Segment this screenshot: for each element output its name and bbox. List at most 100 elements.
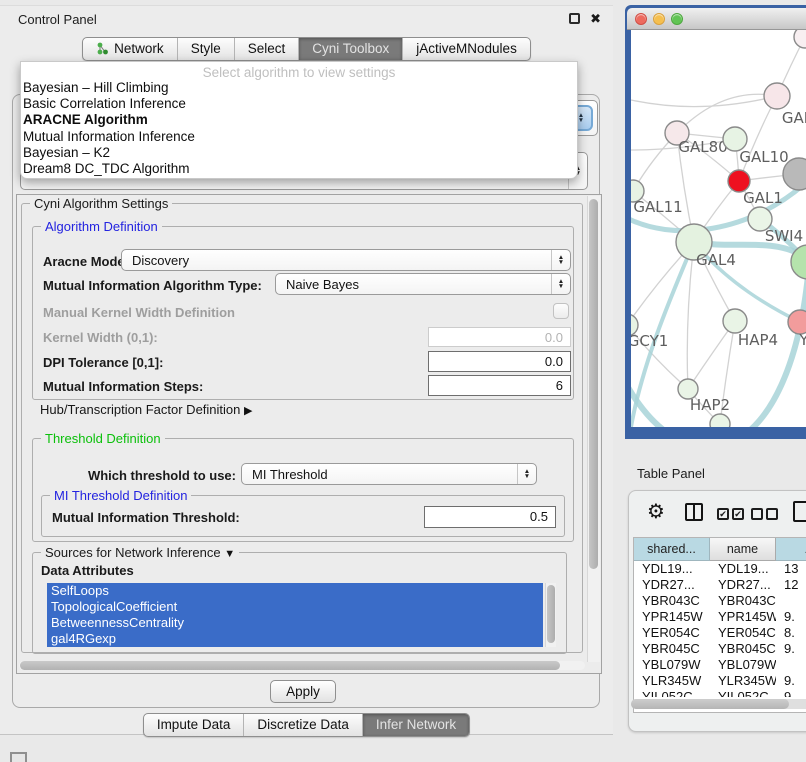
algorithm-option[interactable]: Dream8 DC_TDC Algorithm	[21, 161, 577, 177]
network-edge[interactable]	[631, 96, 777, 107]
table-row[interactable]: YBR045CYBR045C9.	[634, 641, 806, 657]
table-horizontal-scrollbar[interactable]	[631, 699, 806, 709]
table-row[interactable]: YBL079WYBL079W	[634, 657, 806, 673]
manual-kernel-width-checkbox[interactable]	[553, 303, 569, 319]
node-label: SWI4	[765, 227, 803, 245]
zoom-window-icon[interactable]	[671, 13, 683, 25]
attribute-item[interactable]: TopologicalCoefficient	[47, 599, 543, 615]
which-threshold-select[interactable]: MI Threshold ▲▼	[241, 463, 537, 485]
attributes-scrollbar[interactable]	[545, 583, 556, 647]
table-cell: 9.	[776, 689, 806, 697]
table-cell: 12	[776, 577, 806, 593]
tab-discretize-data[interactable]: Discretize Data	[243, 714, 362, 736]
select-all-columns-icon[interactable]: ✔	[717, 508, 729, 520]
sources-expander[interactable]: Sources for Network Inference ▼	[41, 545, 239, 560]
tab-select[interactable]: Select	[234, 38, 299, 60]
mutual-information-threshold-label: Mutual Information Threshold:	[52, 510, 240, 525]
table-row[interactable]: YER054CYER054C8.	[634, 625, 806, 641]
tab-network[interactable]: Network	[83, 38, 177, 60]
algorithm-option[interactable]: Mutual Information Inference	[21, 129, 577, 145]
node-label: GAL1	[743, 189, 783, 207]
document-icon[interactable]	[793, 501, 806, 522]
data-attributes-list[interactable]: SelfLoopsTopologicalCoefficientBetweenne…	[47, 583, 543, 647]
close-window-icon[interactable]	[635, 13, 647, 25]
network-canvas[interactable]: GALGAL80GAL10GAL1GAL11SWI4GAL4GCY1HAP4YH…	[631, 30, 806, 427]
select-all-columns-icon[interactable]: ✔	[732, 508, 744, 520]
table-cell: 9.	[776, 673, 806, 689]
table-row[interactable]: YPR145WYPR145W9.	[634, 609, 806, 625]
network-edge[interactable]	[687, 242, 694, 389]
apply-button[interactable]: Apply	[270, 680, 336, 703]
algorithm-option[interactable]: ARACNE Algorithm	[21, 112, 577, 128]
algorithm-dropdown-placeholder: Select algorithm to view settings	[21, 62, 577, 80]
deselect-all-columns-icon[interactable]	[751, 508, 763, 520]
attribute-item[interactable]: BetweennessCentrality	[47, 615, 543, 631]
mi-steps-field[interactable]: 6	[428, 375, 571, 396]
algorithm-option[interactable]: Basic Correlation Inference	[21, 96, 577, 112]
mutual-information-threshold-field[interactable]: 0.5	[424, 506, 556, 528]
table-cell: YDR27...	[634, 577, 710, 593]
table-rows: YDL19...YDL19...13YDR27...YDR27...12YBR0…	[634, 561, 806, 697]
table-cell: YBR043C	[710, 593, 776, 609]
table-row[interactable]: YBR043CYBR043C	[634, 593, 806, 609]
table-cell: 9.	[776, 609, 806, 625]
node-table: shared...nameA YDL19...YDL19...13YDR27..…	[633, 537, 806, 713]
node-label: Y	[798, 331, 806, 349]
table-row[interactable]: YDL19...YDL19...13	[634, 561, 806, 577]
split-view-icon[interactable]	[685, 503, 703, 521]
attribute-item[interactable]: gal4RGexp	[47, 631, 543, 647]
data-attributes-label: Data Attributes	[41, 563, 134, 578]
table-row[interactable]: YLR345WYLR345W9.	[634, 673, 806, 689]
control-panel-tabs: Network StyleSelectCyni Toolbox jActiveMNo…	[0, 37, 613, 61]
table-row[interactable]: YIL052CYIL052C9.	[634, 689, 806, 697]
tab-label: jActiveMNodules	[416, 41, 517, 56]
column-header[interactable]: name	[710, 538, 776, 561]
dpi-tolerance-field[interactable]: 0.0	[428, 351, 571, 372]
network-graph: GALGAL80GAL10GAL1GAL11SWI4GAL4GCY1HAP4YH…	[631, 30, 806, 427]
kernel-width-field[interactable]: 0.0	[428, 327, 571, 347]
table-cell: YBR045C	[710, 641, 776, 657]
settings-vertical-scrollbar[interactable]	[587, 196, 600, 662]
table-cell: YBL079W	[710, 657, 776, 673]
close-panel-icon[interactable]: ✖	[590, 13, 601, 24]
network-window-titlebar[interactable]	[627, 8, 806, 30]
sources-group: Sources for Network Inference ▼ Data Att…	[32, 552, 567, 654]
application-window: Control Panel ✖ NetworkStyleSelectCyni T…	[0, 0, 806, 762]
network-node[interactable]	[794, 30, 806, 48]
cyni-algorithm-settings-group: Cyni Algorithm Settings Algorithm Defini…	[21, 203, 583, 653]
float-window-icon[interactable]	[569, 13, 580, 24]
minimize-window-icon[interactable]	[653, 13, 665, 25]
gear-icon[interactable]: ⚙	[647, 499, 665, 524]
table-row[interactable]: YDR27...YDR27...12	[634, 577, 806, 593]
kernel-width-label: Kernel Width (0,1):	[43, 330, 158, 345]
tab-impute-data[interactable]: Impute Data	[144, 714, 244, 736]
aracne-mode-select[interactable]: Discovery ▲▼	[121, 249, 571, 271]
minimized-panel-icon[interactable]	[10, 752, 27, 762]
column-header[interactable]: shared...	[634, 538, 710, 561]
manual-kernel-width-label: Manual Kernel Width Definition	[43, 305, 235, 320]
network-node-gal[interactable]	[764, 83, 790, 109]
settings-horizontal-scrollbar[interactable]	[19, 661, 585, 670]
tab-label: Network	[114, 41, 164, 56]
tab-cyni-toolbox[interactable]: Cyni Toolbox	[298, 38, 402, 60]
aracne-mode-label: Aracne Mode:	[43, 254, 129, 269]
column-header[interactable]: A	[776, 538, 806, 561]
node-label: HAP2	[690, 396, 730, 414]
combo-spinner-icon: ▲▼	[551, 250, 570, 270]
attribute-item[interactable]: SelfLoops	[47, 583, 543, 599]
threshold-definition-group: Threshold Definition Which threshold to …	[32, 438, 574, 542]
table-cell: YPR145W	[634, 609, 710, 625]
tab-jactivemnodules[interactable]: jActiveMNodules	[402, 38, 530, 60]
algorithm-option[interactable]: Bayesian – K2	[21, 145, 577, 161]
deselect-all-columns-icon[interactable]	[766, 508, 778, 520]
tab-style[interactable]: Style	[177, 38, 234, 60]
network-node[interactable]	[710, 414, 730, 427]
algorithm-option[interactable]: Bayesian – Hill Climbing	[21, 80, 577, 96]
algorithm-definition-title: Algorithm Definition	[41, 219, 162, 234]
mi-algorithm-type-select[interactable]: Naive Bayes ▲▼	[275, 273, 571, 295]
mi-algorithm-type-label: Mutual Information Algorithm Type:	[43, 278, 262, 293]
network-node-hap4[interactable]	[723, 309, 747, 333]
tab-infer-network[interactable]: Infer Network	[362, 714, 469, 736]
hub-transcription-expander[interactable]: Hub/Transcription Factor Definition ▶	[40, 402, 252, 417]
which-threshold-value: MI Threshold	[242, 467, 328, 482]
